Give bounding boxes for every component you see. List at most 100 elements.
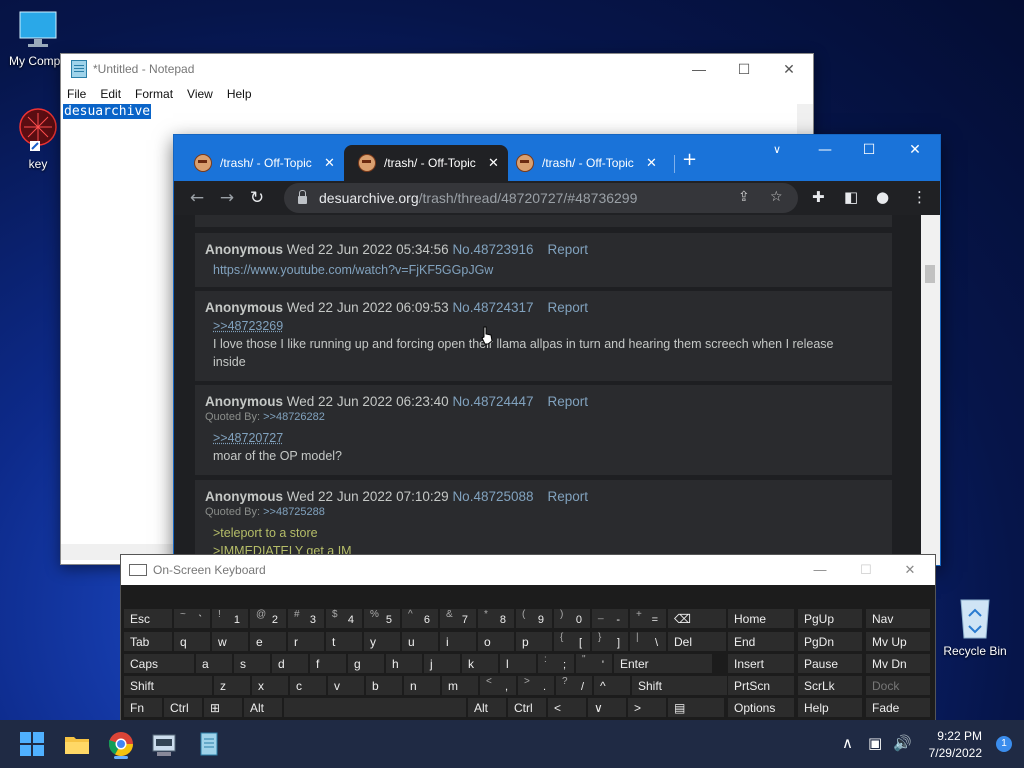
report-link[interactable]: Report [548, 489, 589, 504]
tab-search-icon[interactable]: ∨ [754, 135, 800, 165]
network-icon[interactable]: ▣ [868, 734, 882, 752]
key-caps[interactable]: Caps [123, 653, 195, 674]
key-help[interactable]: Help [797, 697, 863, 718]
key-r[interactable]: r [287, 631, 325, 652]
menu-file[interactable]: File [67, 87, 86, 101]
key--[interactable]: ) 0 [553, 608, 591, 629]
key--[interactable]: ∨ [587, 697, 627, 718]
key-u[interactable]: u [401, 631, 439, 652]
menu-help[interactable]: Help [227, 87, 252, 101]
key-k[interactable]: k [461, 653, 499, 674]
key-nav[interactable]: Nav [865, 608, 931, 629]
key-q[interactable]: q [173, 631, 211, 652]
scrollbar-thumb[interactable] [925, 265, 935, 283]
key-a[interactable]: a [195, 653, 233, 674]
quoted-by-link[interactable]: >>48726282 [263, 411, 325, 423]
key-h[interactable]: h [385, 653, 423, 674]
notepad-titlebar[interactable]: *Untitled - Notepad — ☐ ✕ [61, 54, 813, 84]
key--[interactable]: :; [537, 653, 575, 674]
menu-edit[interactable]: Edit [100, 87, 121, 101]
key-pause[interactable]: Pause [797, 653, 863, 674]
browser-tab-1[interactable]: /trash/ - Off-Topic ✕ [174, 145, 344, 181]
minimize-button[interactable]: — [676, 54, 722, 84]
key-z[interactable]: z [213, 675, 251, 696]
new-tab-button[interactable]: + [682, 149, 697, 170]
key-home[interactable]: Home [727, 608, 795, 629]
key-o[interactable]: o [477, 631, 515, 652]
key-esc[interactable]: Esc [123, 608, 173, 629]
key-i[interactable]: i [439, 631, 477, 652]
quote-link[interactable]: >>48723269 [213, 319, 283, 333]
back-icon[interactable]: ← [182, 188, 212, 208]
key-w[interactable]: w [211, 631, 249, 652]
volume-icon[interactable]: 🔊 [893, 734, 912, 752]
key-t[interactable]: t [325, 631, 363, 652]
close-button[interactable]: ✕ [892, 135, 938, 165]
close-tab-icon[interactable]: ✕ [646, 155, 657, 171]
start-button[interactable] [18, 730, 46, 758]
key-enter[interactable]: Enter [613, 653, 713, 674]
key-pgdn[interactable]: PgDn [797, 631, 863, 652]
key-m[interactable]: m [441, 675, 479, 696]
profile-icon[interactable]: ● [876, 188, 889, 206]
menu-view[interactable]: View [187, 87, 213, 101]
key-mv-up[interactable]: Mv Up [865, 631, 931, 652]
address-bar[interactable]: desuarchive.org/trash/thread/48720727/#4… [284, 183, 798, 213]
key--[interactable]: ⌫ [667, 608, 727, 629]
key-dock[interactable]: Dock [865, 675, 931, 696]
report-link[interactable]: Report [548, 300, 589, 315]
key--[interactable]: >. [517, 675, 555, 696]
key-shift[interactable]: Shift [123, 675, 213, 696]
close-button[interactable]: ✕ [887, 555, 933, 585]
key-b[interactable]: b [365, 675, 403, 696]
key-options[interactable]: Options [727, 697, 795, 718]
minimize-button[interactable]: — [797, 555, 843, 585]
forward-icon[interactable]: → [212, 188, 242, 208]
post-number[interactable]: No.48723916 [452, 242, 533, 257]
key--[interactable]: ^ 6 [401, 608, 439, 629]
key--[interactable]: _ - [591, 608, 629, 629]
desktop-icon-recycle-bin[interactable]: Recycle Bin [937, 596, 1013, 658]
key-d[interactable]: d [271, 653, 309, 674]
key-x[interactable]: x [251, 675, 289, 696]
key--[interactable]: | \ [629, 631, 667, 652]
post-number[interactable]: No.48724317 [452, 300, 533, 315]
key--[interactable]: $4 [325, 608, 363, 629]
key-space[interactable] [283, 697, 467, 718]
key--[interactable]: % 5 [363, 608, 401, 629]
post-link[interactable]: https://www.youtube.com/watch?v=FjKF5GGp… [213, 263, 493, 277]
side-panel-icon[interactable]: ◧ [844, 188, 858, 206]
key--[interactable]: ▤ [667, 697, 725, 718]
key-alt[interactable]: Alt [467, 697, 507, 718]
close-tab-icon[interactable]: ✕ [324, 155, 335, 171]
menu-kebab-icon[interactable]: ⋮ [912, 188, 927, 206]
key--[interactable]: + = [629, 608, 667, 629]
key--[interactable]: {[ [553, 631, 591, 652]
key--[interactable]: @2 [249, 608, 287, 629]
maximize-button[interactable]: ☐ [721, 54, 767, 84]
key-prtscn[interactable]: PrtScn [727, 675, 795, 696]
key-s[interactable]: s [233, 653, 271, 674]
post-number[interactable]: No.48725088 [452, 489, 533, 504]
report-link[interactable]: Report [548, 394, 589, 409]
key--[interactable]: & 7 [439, 608, 477, 629]
share-icon[interactable]: ⇪ [738, 189, 750, 205]
notepad-taskbar-button[interactable] [195, 730, 223, 758]
browser-tab-2[interactable]: /trash/ - Off-Topic ✕ [344, 145, 508, 181]
key-y[interactable]: y [363, 631, 401, 652]
key-del[interactable]: Del [667, 631, 727, 652]
browser-tab-3[interactable]: /trash/ - Off-Topic ✕ [508, 145, 672, 181]
key--[interactable]: ! 1 [211, 608, 249, 629]
quoted-by-link[interactable]: >>48725288 [263, 506, 325, 518]
key--[interactable]: <, [479, 675, 517, 696]
chrome-taskbar-button[interactable] [107, 730, 135, 759]
key--[interactable]: ? / [555, 675, 593, 696]
show-hidden-icons-chevron[interactable]: ∧ [842, 734, 853, 752]
key-insert[interactable]: Insert [727, 653, 795, 674]
key-ctrl[interactable]: Ctrl [163, 697, 203, 718]
key-v[interactable]: v [327, 675, 365, 696]
osk-taskbar-button[interactable] [151, 730, 179, 758]
key-n[interactable]: n [403, 675, 441, 696]
post-number[interactable]: No.48724447 [452, 394, 533, 409]
maximize-button[interactable]: ☐ [846, 135, 892, 165]
